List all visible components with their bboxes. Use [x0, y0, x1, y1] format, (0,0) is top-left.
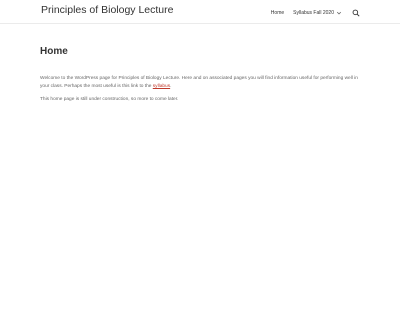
main-nav: Home Syllabus Fall 2020 — [271, 8, 360, 18]
construction-paragraph: This home page is still under constructi… — [40, 97, 179, 102]
search-icon[interactable] — [352, 9, 360, 17]
page-title: Home — [40, 46, 68, 57]
syllabus-link[interactable]: syllabus — [153, 84, 170, 89]
main-content — [0, 24, 400, 319]
site-header: Principles of Biology Lecture Home Sylla… — [0, 0, 400, 23]
welcome-text-end: . — [170, 84, 172, 90]
welcome-text: Welcome to the WordPress page for Princi… — [40, 76, 358, 90]
chevron-down-icon — [336, 11, 342, 15]
nav-item-home[interactable]: Home — [271, 10, 284, 16]
nav-item-syllabus-fall-2020[interactable]: Syllabus Fall 2020 — [293, 10, 342, 16]
nav-item-label: Syllabus Fall 2020 — [293, 10, 334, 16]
welcome-paragraph: Welcome to the WordPress page for Princi… — [40, 75, 362, 92]
site-title[interactable]: Principles of Biology Lecture — [41, 4, 174, 16]
